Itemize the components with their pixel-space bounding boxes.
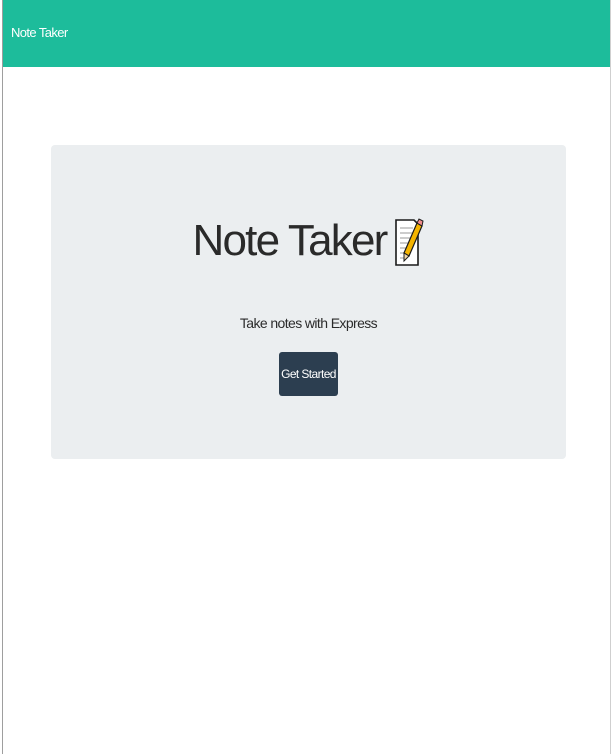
browser-viewport: Note Taker Note Taker Take notes with Ex… <box>2 0 611 754</box>
get-started-button[interactable]: Get Started <box>279 352 338 396</box>
navbar: Note Taker <box>3 0 610 67</box>
navbar-brand-link[interactable]: Note Taker <box>11 25 68 40</box>
hero-title-row: Note Taker <box>51 211 566 271</box>
hero-jumbotron: Note Taker Take notes with Express Get S… <box>51 145 566 459</box>
memo-icon <box>392 211 425 271</box>
hero-title: Note Taker <box>192 216 389 265</box>
hero-subtitle: Take notes with Express <box>239 315 378 331</box>
